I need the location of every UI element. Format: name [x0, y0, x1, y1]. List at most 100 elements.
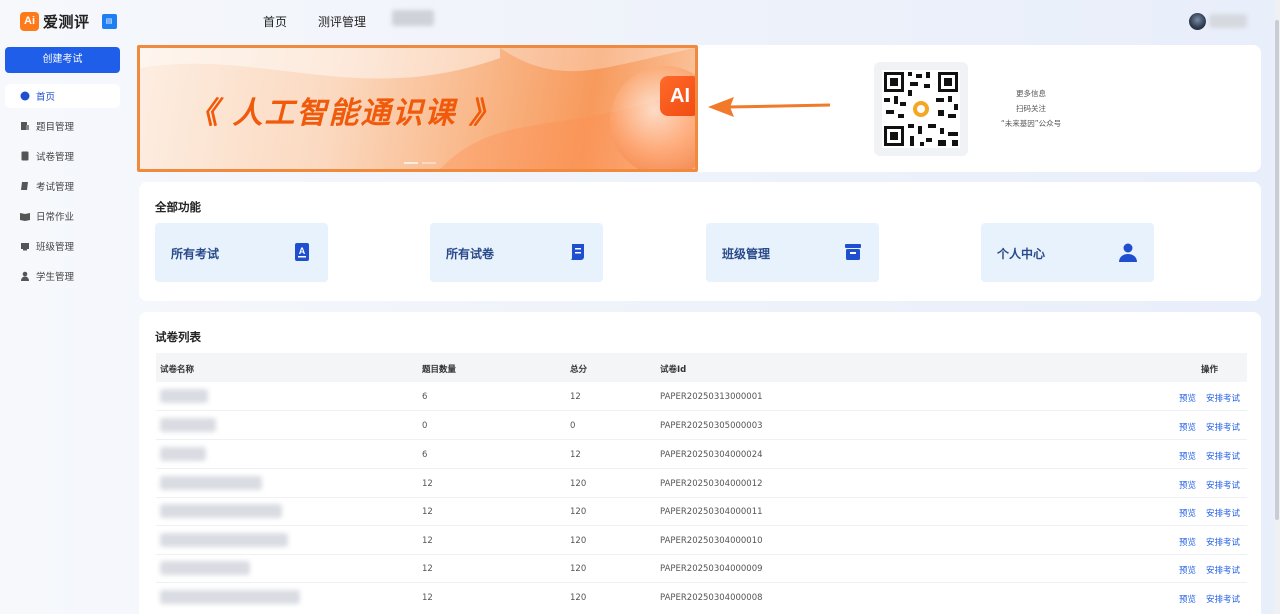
app-name: 爱测评: [43, 13, 90, 31]
paper-id: PAPER20250304000012: [660, 479, 763, 489]
scrollbar[interactable]: [1274, 0, 1280, 614]
table-row: 12 120 PAPER20250304000008 预览 安排考试: [156, 583, 1247, 612]
tile-label: 所有试卷: [446, 247, 495, 261]
avatar[interactable]: [1189, 13, 1206, 30]
preview-link[interactable]: 预览: [1179, 564, 1196, 576]
username-redacted[interactable]: [1209, 14, 1247, 28]
preview-link[interactable]: 预览: [1179, 536, 1196, 548]
tile-class-management[interactable]: 班级管理: [706, 223, 879, 282]
nav-assessment[interactable]: 测评管理: [318, 13, 366, 30]
schedule-exam-link[interactable]: 安排考试: [1206, 593, 1240, 605]
paper-id: PAPER20250304000011: [660, 507, 763, 517]
app-badge-icon: ▤: [101, 14, 117, 29]
scrollbar-thumb[interactable]: [1275, 20, 1279, 520]
sidebar-item-papers[interactable]: 试卷管理: [5, 144, 120, 168]
top-bar: Ai 爱测评 ▤ 首页 测评管理: [0, 0, 1280, 42]
sidebar-item-students[interactable]: 学生管理: [5, 264, 120, 288]
total-score: 12: [570, 392, 581, 402]
tile-label: 所有考试: [171, 247, 220, 261]
table-row: 12 120 PAPER20250304000011 预览 安排考试: [156, 497, 1247, 526]
question-count: 12: [422, 593, 433, 603]
sidebar-item-classes[interactable]: 班级管理: [5, 234, 120, 258]
paper-id: PAPER20250313000001: [660, 392, 763, 402]
paper-name-redacted: [160, 418, 216, 432]
preview-link[interactable]: 预览: [1179, 392, 1196, 404]
preview-link[interactable]: 预览: [1179, 421, 1196, 433]
schedule-exam-link[interactable]: 安排考试: [1206, 507, 1240, 519]
ai-badge-icon: AI: [660, 76, 695, 116]
sidebar-item-exams[interactable]: 考试管理: [5, 174, 120, 198]
logo-mark: Ai: [20, 12, 39, 31]
paper-name-redacted: [160, 447, 206, 461]
schedule-exam-link[interactable]: 安排考试: [1206, 450, 1240, 462]
question-bank-icon: [21, 122, 29, 130]
home-icon: [20, 91, 30, 101]
schedule-exam-link[interactable]: 安排考试: [1206, 421, 1240, 433]
preview-link[interactable]: 预览: [1179, 450, 1196, 462]
question-count: 12: [422, 564, 433, 574]
sidebar-item-label: 考试管理: [36, 182, 75, 193]
paper-name-redacted: [160, 561, 250, 575]
sidebar-item-label: 学生管理: [36, 272, 75, 283]
class-icon: [21, 243, 29, 251]
exam-icon: [21, 182, 28, 190]
paper-icon: [21, 151, 29, 161]
sidebar-item-label: 题目管理: [36, 122, 75, 133]
column-header: 试卷Id: [660, 365, 687, 375]
sidebar-item-label: 试卷管理: [36, 152, 75, 163]
schedule-exam-link[interactable]: 安排考试: [1206, 479, 1240, 491]
qr-info-line: 更多信息: [1016, 89, 1046, 98]
table-row: 6 12 PAPER20250304000024 预览 安排考试: [156, 440, 1247, 469]
paper-id: PAPER20250305000003: [660, 421, 763, 431]
tile-all-papers[interactable]: 所有试卷: [430, 223, 603, 282]
tile-all-exams[interactable]: 所有考试 A: [155, 223, 328, 282]
sidebar-item-label: 日常作业: [36, 212, 75, 223]
paper-name-redacted: [160, 504, 282, 518]
column-header: 题目数量: [422, 365, 457, 375]
tile-label: 个人中心: [997, 247, 1046, 261]
sidebar-item-label: 班级管理: [36, 242, 75, 253]
preview-link[interactable]: 预览: [1179, 507, 1196, 519]
sidebar-item-homework[interactable]: 日常作业: [5, 204, 120, 228]
question-count: 12: [422, 479, 433, 489]
course-banner[interactable]: AI 《 人工智能通识课 》: [137, 45, 698, 172]
preview-link[interactable]: 预览: [1179, 479, 1196, 491]
qr-info-line: “未来基因”公众号: [1000, 119, 1062, 128]
app-logo[interactable]: Ai 爱测评 ▤: [20, 11, 117, 32]
paper-name-redacted: [160, 476, 262, 490]
svg-text:A: A: [299, 246, 306, 256]
table-row: 12 120 PAPER20250304000010 预览 安排考试: [156, 526, 1247, 555]
paper-name-redacted: [160, 533, 288, 547]
create-exam-button[interactable]: 创建考试: [5, 47, 120, 73]
nav-home[interactable]: 首页: [263, 13, 287, 30]
table-row: 12 120 PAPER20250304000012 预览 安排考试: [156, 469, 1247, 498]
tile-personal-center[interactable]: 个人中心: [981, 223, 1154, 282]
paper-id: PAPER20250304000009: [660, 564, 763, 574]
schedule-exam-link[interactable]: 安排考试: [1206, 564, 1240, 576]
schedule-exam-link[interactable]: 安排考试: [1206, 392, 1240, 404]
table-row: 6 12 PAPER20250313000001 预览 安排考试: [156, 382, 1247, 411]
homework-icon: [20, 213, 30, 221]
paper-name-redacted: [160, 389, 208, 403]
qr-info-line: 扫码关注: [1016, 104, 1046, 113]
exam-doc-icon: A: [295, 243, 309, 261]
sidebar-item-questions[interactable]: 题目管理: [5, 114, 120, 138]
question-count: 6: [422, 450, 428, 460]
total-score: 120: [570, 507, 587, 517]
class-box-icon: [845, 244, 861, 260]
schedule-exam-link[interactable]: 安排考试: [1206, 536, 1240, 548]
table-row: 0 0 PAPER20250305000003 预览 安排考试: [156, 411, 1247, 440]
question-count: 0: [422, 421, 428, 431]
preview-link[interactable]: 预览: [1179, 593, 1196, 605]
tile-label: 班级管理: [722, 247, 771, 261]
paper-id: PAPER20250304000010: [660, 536, 763, 546]
scroll-icon: [570, 244, 584, 260]
sidebar-item-home[interactable]: 首页: [5, 84, 120, 108]
paper-id: PAPER20250304000024: [660, 450, 763, 460]
nav-item-redacted[interactable]: [392, 10, 434, 26]
paper-name-redacted: [160, 590, 300, 604]
total-score: 120: [570, 593, 587, 603]
carousel-indicator[interactable]: [404, 162, 436, 164]
arrow-left-icon: [708, 97, 831, 117]
qr-info-text: 更多信息 扫码关注 “未来基因”公众号: [990, 86, 1072, 131]
